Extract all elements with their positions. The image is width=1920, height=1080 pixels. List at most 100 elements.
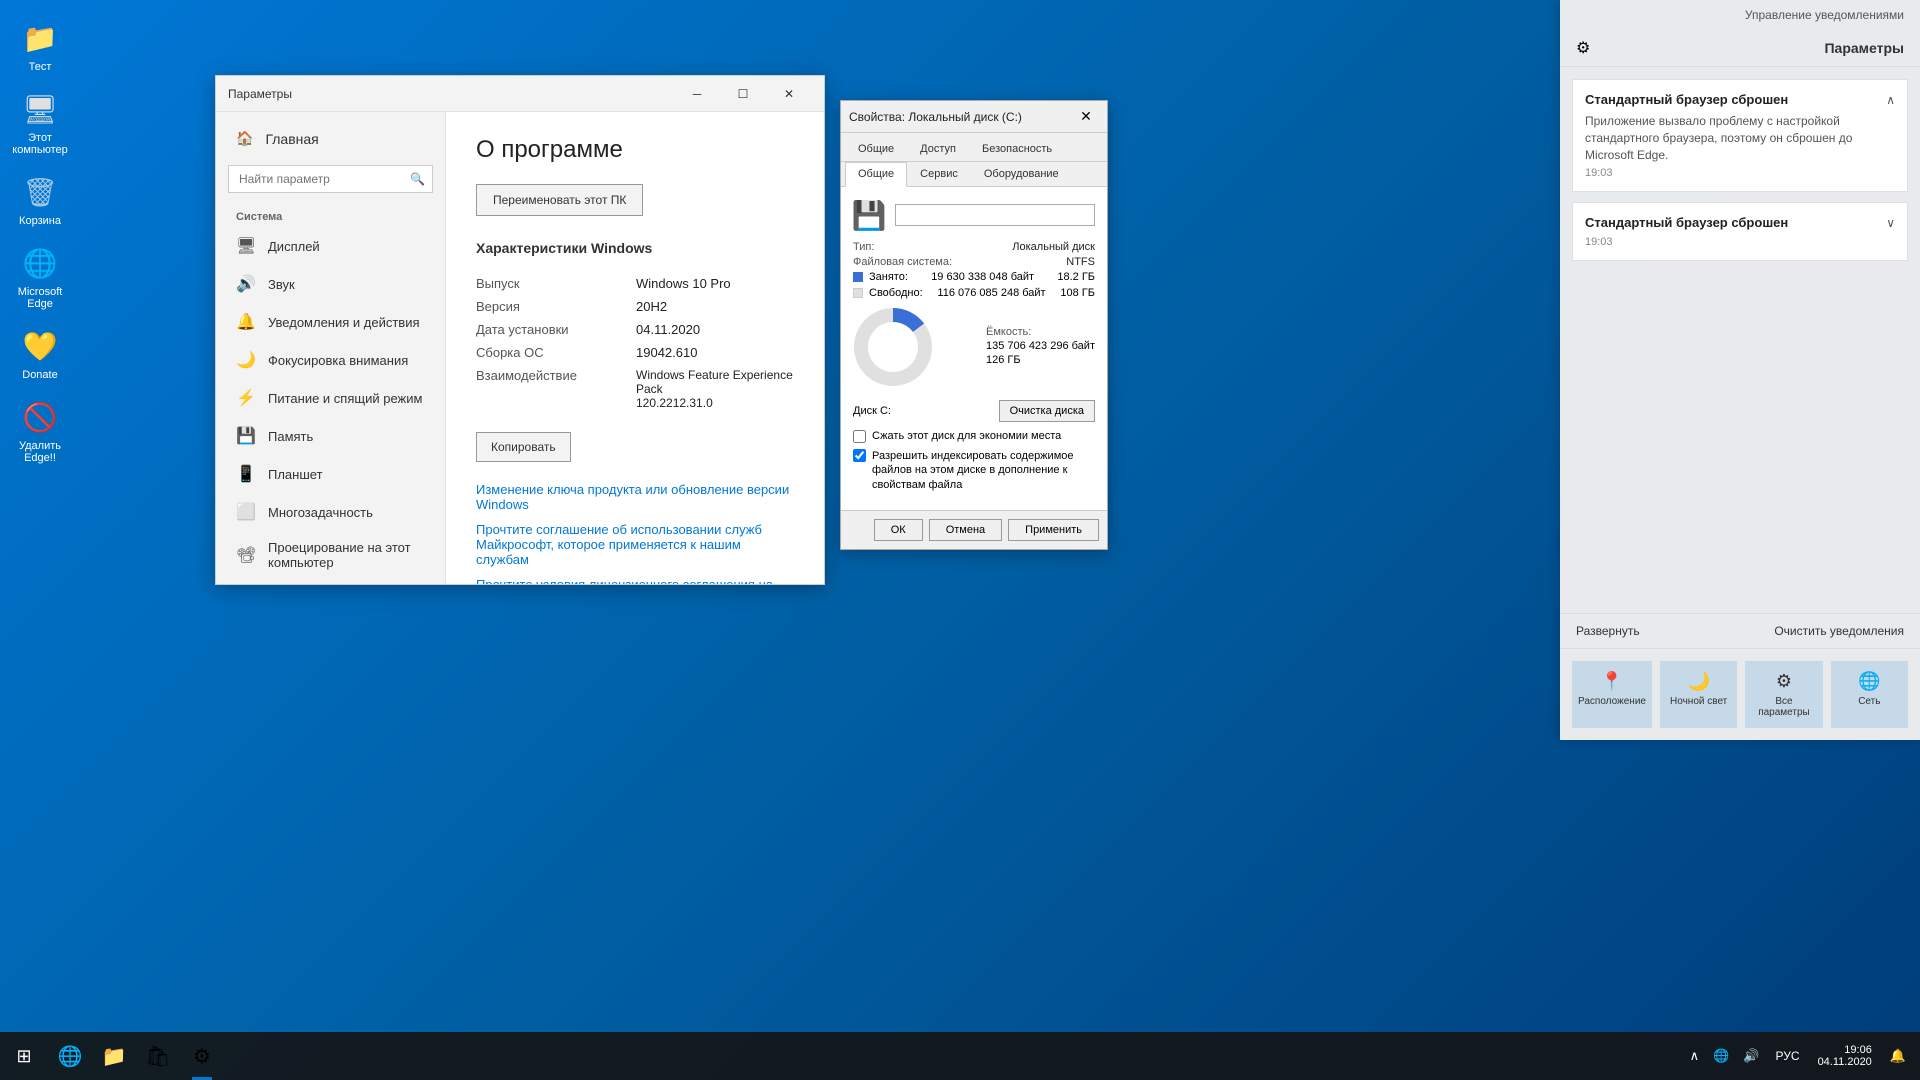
taskbar-item-explorer[interactable]: 📁 <box>92 1032 136 1080</box>
taskbar-edge-icon: 🌐 <box>58 1044 83 1069</box>
quick-btn-nightlight[interactable]: 🌙 Ночной свет <box>1660 661 1737 728</box>
taskbar-clock[interactable]: 19:06 04.11.2020 <box>1810 1044 1880 1068</box>
taskbar-item-edge[interactable]: 🌐 <box>48 1032 92 1080</box>
license-link[interactable]: Прочтите условия лицензионного соглашени… <box>476 577 794 584</box>
maximize-button[interactable]: ☐ <box>720 76 766 112</box>
sidebar-item-tablet[interactable]: 📱 Планшет <box>216 455 445 493</box>
product-key-link[interactable]: Изменение ключа продукта или обновление … <box>476 482 794 512</box>
sidebar-item-sound[interactable]: 🔊 Звук <box>216 265 445 303</box>
tab-security[interactable]: Доступ <box>907 137 969 161</box>
settings-body: 🏠 Главная 🔍 Система 🖥 Дисплей 🔊 Звук <box>216 112 824 584</box>
quick-btn-all-settings[interactable]: ⚙ Все параметры <box>1745 661 1822 728</box>
sidebar-item-display[interactable]: 🖥 Дисплей <box>216 227 445 265</box>
rename-pc-button[interactable]: Переименовать этот ПК <box>476 184 643 216</box>
notification-panel: Управление уведомлениями ⚙ Параметры Ста… <box>1560 0 1920 740</box>
disk-ok-button[interactable]: ОК <box>874 519 923 541</box>
disk-close-button[interactable]: ✕ <box>1073 104 1099 130</box>
field-label: Сборка ОС <box>476 345 636 360</box>
disk-apply-button[interactable]: Применить <box>1008 519 1099 541</box>
notification-bottom: Развернуть Очистить уведомления <box>1560 613 1920 648</box>
free-gb: 108 ГБ <box>1060 287 1095 299</box>
desktop: 📁 Тест 🖥 Этот компьютер 🗑 Корзина 🌐 Micr… <box>0 0 1920 1080</box>
sidebar-item-home[interactable]: 🏠 Главная <box>216 120 445 157</box>
settings-sidebar: 🏠 Главная 🔍 Система 🖥 Дисплей 🔊 Звук <box>216 112 446 584</box>
tab-access[interactable]: Общие <box>845 137 907 161</box>
taskbar-item-settings[interactable]: ⚙ <box>180 1032 224 1080</box>
notif-title-1: Стандартный браузер сброшен <box>1585 92 1788 107</box>
tab-service[interactable]: Сервис <box>907 162 971 186</box>
taskbar-items: 🌐 📁 🛍 ⚙ <box>48 1032 224 1080</box>
location-icon: 📍 <box>1601 671 1623 692</box>
desktop-icon-this-pc[interactable]: 🖥 Этот компьютер <box>0 81 80 164</box>
desktop-icon-label: Корзина <box>19 215 61 227</box>
disk-fs-label: Файловая система: <box>853 256 952 268</box>
disk-checkboxes: Сжать этот диск для экономии места Разре… <box>853 430 1095 492</box>
desktop-icon-donate[interactable]: 💛 Donate <box>0 318 80 389</box>
taskbar-explorer-icon: 📁 <box>102 1044 127 1069</box>
taskbar-store-icon: 🛍 <box>145 1044 170 1069</box>
close-button[interactable]: ✕ <box>766 76 812 112</box>
settings-window-title: Параметры <box>228 87 292 101</box>
language-indicator[interactable]: РУС <box>1770 1045 1806 1067</box>
notification-bell-icon[interactable]: 🔔 <box>1884 1044 1912 1068</box>
desktop-icon-label: Удалить Edge!! <box>4 440 76 464</box>
clear-notifications-link[interactable]: Очистить уведомления <box>1774 624 1904 638</box>
taskbar-item-store[interactable]: 🛍 <box>136 1032 180 1080</box>
search-input[interactable] <box>228 165 433 193</box>
quick-btn-location[interactable]: 📍 Расположение <box>1572 661 1652 728</box>
start-button[interactable]: ⊞ <box>0 1032 48 1080</box>
compress-checkbox[interactable] <box>853 430 866 443</box>
network-status-icon[interactable]: 🌐 <box>1707 1044 1735 1068</box>
all-settings-icon: ⚙ <box>1776 671 1792 692</box>
sidebar-item-label: Память <box>268 429 313 444</box>
volume-icon[interactable]: 🔊 <box>1737 1044 1765 1068</box>
tab-quota[interactable]: Безопасность <box>969 137 1065 161</box>
notif-time-2: 19:03 <box>1585 236 1895 248</box>
desktop-icon-edge[interactable]: 🌐 Microsoft Edge <box>0 235 80 318</box>
sidebar-item-label: Проецирование на этот компьютер <box>268 540 425 570</box>
index-checkbox[interactable] <box>853 449 866 462</box>
sidebar-item-memory[interactable]: 💾 Память <box>216 417 445 455</box>
sidebar-item-notifications[interactable]: 🔔 Уведомления и действия <box>216 303 445 341</box>
disk-cancel-button[interactable]: Отмена <box>929 519 1002 541</box>
sound-icon: 🔊 <box>236 274 256 294</box>
disk-tabs-2: Общие Сервис Оборудование <box>841 162 1107 187</box>
compress-checkbox-row: Сжать этот диск для экономии места <box>853 430 1095 443</box>
manage-notifications-link[interactable]: Управление уведомлениями <box>1560 0 1920 22</box>
taskbar-settings-icon: ⚙ <box>193 1044 211 1069</box>
field-value: Windows 10 Pro <box>636 276 731 291</box>
sidebar-item-focus[interactable]: 🌙 Фокусировка внимания <box>216 341 445 379</box>
multitask-icon: ⬜ <box>236 502 256 522</box>
copy-button[interactable]: Копировать <box>476 432 571 462</box>
quick-btn-label: Расположение <box>1578 696 1646 707</box>
desktop-icon-delete-edge[interactable]: 🚫 Удалить Edge!! <box>0 389 80 472</box>
taskbar-arrow-icon[interactable]: ∧ <box>1684 1044 1706 1068</box>
disk-clean-button[interactable]: Очистка диска <box>999 400 1095 422</box>
notif-chevron-1[interactable]: ∧ <box>1886 93 1895 107</box>
sidebar-item-power[interactable]: ⚡ Питание и спящий режим <box>216 379 445 417</box>
capacity-label: Ёмкость: <box>986 326 1095 338</box>
sidebar-item-label: Фокусировка внимания <box>268 353 408 368</box>
tab-hardware[interactable]: Оборудование <box>971 162 1072 186</box>
used-label: Занято: <box>869 271 908 283</box>
disk-drive-icon: 💾 <box>853 199 885 231</box>
minimize-button[interactable]: ─ <box>674 76 720 112</box>
system-section-title: Система <box>216 201 445 227</box>
taskbar-time: 19:06 <box>1844 1044 1872 1056</box>
ms-agreement-link[interactable]: Прочтите соглашение об использовании слу… <box>476 522 794 567</box>
desktop-icon-recycle[interactable]: 🗑 Корзина <box>0 164 80 235</box>
sidebar-item-multitask[interactable]: ⬜ Многозадачность <box>216 493 445 531</box>
capacity-gb: 126 ГБ <box>986 354 1095 366</box>
sidebar-item-project[interactable]: 📽 Проецирование на этот компьютер <box>216 531 445 579</box>
tab-general[interactable]: Общие <box>845 162 907 187</box>
desktop-icon-test[interactable]: 📁 Тест <box>0 10 80 81</box>
disk-name-label: Диск С: <box>853 405 891 417</box>
donut-chart <box>853 307 933 392</box>
expand-link[interactable]: Развернуть <box>1576 624 1640 638</box>
quick-btn-network[interactable]: 🌐 Сеть <box>1831 661 1908 728</box>
disk-name-input[interactable] <box>895 204 1095 226</box>
notif-chevron-2[interactable]: ∨ <box>1886 216 1895 230</box>
field-value: 04.11.2020 <box>636 322 700 337</box>
sidebar-item-label: Питание и спящий режим <box>268 391 422 406</box>
sidebar-item-label: Планшет <box>268 467 323 482</box>
